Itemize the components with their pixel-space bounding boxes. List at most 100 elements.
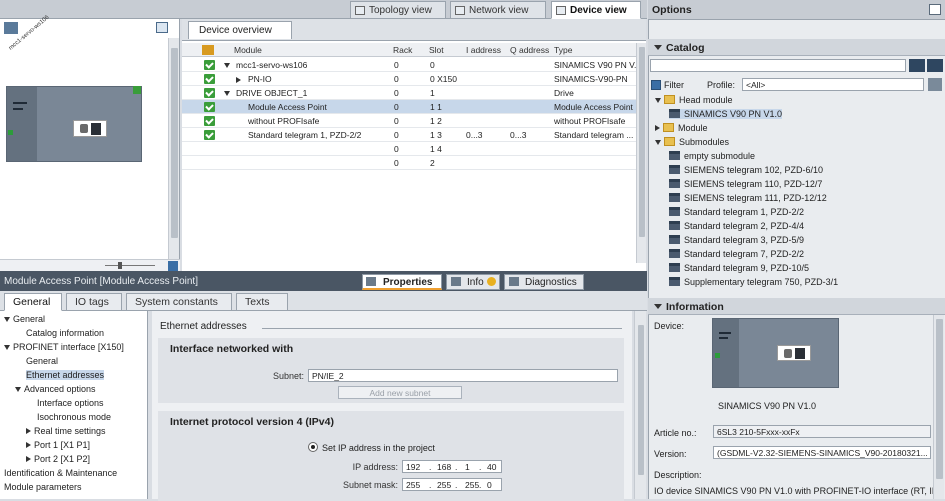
table-row[interactable]: 0 1 4 bbox=[182, 142, 644, 156]
device-selector-icon[interactable] bbox=[4, 22, 18, 34]
catalog-item[interactable]: Head module bbox=[655, 95, 733, 105]
catalog-search-input[interactable] bbox=[650, 59, 906, 72]
catalog-item[interactable]: Standard telegram 9, PZD-10/5 bbox=[669, 263, 809, 273]
nav-item[interactable]: General bbox=[26, 356, 58, 366]
catalog-item[interactable]: SIEMENS telegram 111, PZD-12/12 bbox=[669, 193, 827, 203]
tab-topology-view[interactable]: Topology view bbox=[350, 1, 446, 19]
profile-settings-icon[interactable] bbox=[928, 78, 942, 91]
search-down-icon[interactable] bbox=[909, 59, 925, 72]
collapse-icon[interactable] bbox=[224, 91, 230, 96]
module-icon bbox=[669, 179, 680, 188]
catalog-item[interactable]: Standard telegram 1, PZD-2/2 bbox=[669, 207, 804, 217]
ip-octet: 40 bbox=[487, 462, 497, 472]
catalog-item[interactable]: SINAMICS V90 PN V1.0 bbox=[669, 109, 783, 119]
col-i-address[interactable]: I address bbox=[466, 45, 501, 55]
catalog-item[interactable]: Standard telegram 7, PZD-2/2 bbox=[669, 249, 804, 259]
expand-icon[interactable] bbox=[236, 77, 241, 83]
cell-type: Module Access Point bbox=[554, 102, 633, 112]
subnet-mask-input[interactable]: 255. 255. 255. 0 bbox=[402, 478, 502, 491]
nav-item[interactable]: Port 1 [X1 P1] bbox=[26, 440, 90, 450]
nav-item[interactable]: General bbox=[4, 314, 45, 324]
catalog-item[interactable]: SIEMENS telegram 102, PZD-6/10 bbox=[669, 165, 823, 175]
catalog-item[interactable]: Standard telegram 2, PZD-4/4 bbox=[669, 221, 804, 231]
collapse-icon[interactable] bbox=[4, 345, 10, 350]
device-rack[interactable] bbox=[6, 86, 142, 162]
add-new-subnet-button[interactable]: Add new subnet bbox=[338, 386, 462, 399]
catalog-item[interactable]: SIEMENS telegram 110, PZD-12/7 bbox=[669, 179, 822, 189]
profile-select[interactable]: <All> bbox=[742, 78, 924, 91]
catalog-item-label: SINAMICS V90 PN V1.0 bbox=[684, 109, 783, 119]
catalog-item-label: Standard telegram 2, PZD-4/4 bbox=[684, 221, 805, 231]
col-rack[interactable]: Rack bbox=[393, 45, 412, 55]
expand-icon[interactable] bbox=[26, 428, 31, 434]
expand-icon[interactable] bbox=[26, 442, 31, 448]
table-row[interactable]: 02 bbox=[182, 156, 644, 170]
drive-shape bbox=[91, 123, 101, 135]
version-value: (GSDML-V2.32-SIEMENS-SINAMICS_V90-201803… bbox=[717, 448, 928, 458]
nav-item[interactable]: Port 2 [X1 P2] bbox=[26, 454, 90, 464]
nav-item[interactable]: Interface options bbox=[37, 398, 104, 408]
table-row[interactable]: mcc1-servo-ws106 0 0 SINAMICS V90 PN V... bbox=[182, 58, 644, 72]
information-scrollbar[interactable] bbox=[933, 315, 944, 499]
catalog-item[interactable]: Standard telegram 3, PZD-5/9 bbox=[669, 235, 804, 245]
tab-label: Properties bbox=[383, 277, 433, 288]
tab-device-view[interactable]: Device view bbox=[551, 1, 641, 19]
tab-network-view[interactable]: Network view bbox=[450, 1, 546, 19]
nav-item[interactable]: Real time settings bbox=[26, 426, 106, 436]
tab-texts[interactable]: Texts bbox=[236, 293, 288, 311]
expand-icon[interactable] bbox=[655, 125, 660, 131]
expand-icon[interactable] bbox=[26, 456, 31, 462]
collapse-icon[interactable] bbox=[224, 63, 230, 68]
graphic-overview-icon[interactable] bbox=[156, 22, 168, 33]
col-slot[interactable]: Slot bbox=[429, 45, 444, 55]
ip-address-input[interactable]: 192. 168. 1. 40 bbox=[402, 460, 502, 473]
nav-item[interactable]: Module parameters bbox=[4, 482, 82, 492]
zoom-handle[interactable] bbox=[118, 262, 122, 269]
subnet-select[interactable]: PN/IE_2 bbox=[308, 369, 618, 382]
table-row[interactable]: Module Access Point 0 1 1 Module Access Poi… bbox=[182, 100, 644, 114]
nav-item[interactable]: Ethernet addresses bbox=[26, 370, 105, 380]
collapse-icon[interactable] bbox=[4, 317, 10, 322]
nav-item-label: Identification & Maintenance bbox=[4, 468, 118, 478]
table-row[interactable]: PN-IO 0 0 X150 SINAMICS-V90-PN bbox=[182, 72, 644, 86]
tab-device-overview[interactable]: Device overview bbox=[188, 21, 292, 39]
table-row[interactable]: Standard telegram 1, PZD-2/2 0 1 3 0...3 0..… bbox=[182, 128, 644, 142]
catalog-item[interactable]: empty submodule bbox=[669, 151, 755, 161]
zoom-fit-icon[interactable] bbox=[168, 261, 178, 271]
content-scrollbar[interactable] bbox=[634, 311, 646, 499]
vertical-scrollbar[interactable] bbox=[168, 38, 179, 260]
catalog-header[interactable]: Catalog bbox=[648, 39, 945, 56]
tab-system-constants[interactable]: System constants bbox=[126, 293, 232, 311]
zoom-slider[interactable] bbox=[105, 265, 155, 266]
nav-item[interactable]: PROFINET interface [X150] bbox=[4, 342, 124, 352]
tab-label: Topology view bbox=[369, 5, 432, 16]
options-layout-icon[interactable] bbox=[929, 4, 941, 15]
catalog-item[interactable]: Supplementary telegram 750, PZD-3/1 bbox=[669, 277, 838, 287]
catalog-item[interactable]: Submodules bbox=[655, 137, 729, 147]
nav-item[interactable]: Advanced options bbox=[15, 384, 96, 394]
filter-icon[interactable] bbox=[202, 45, 214, 55]
table-row[interactable]: without PROFIsafe 0 1 2 without PROFIsafe bbox=[182, 114, 644, 128]
col-type[interactable]: Type bbox=[554, 45, 572, 55]
collapse-icon[interactable] bbox=[655, 140, 661, 145]
status-ok-icon bbox=[133, 86, 141, 94]
nav-item[interactable]: Identification & Maintenance bbox=[4, 468, 117, 478]
table-scrollbar[interactable] bbox=[636, 43, 646, 263]
catalog-item[interactable]: Module bbox=[655, 123, 708, 133]
filter-checkbox[interactable] bbox=[651, 80, 661, 90]
information-header[interactable]: Information bbox=[648, 298, 945, 315]
search-up-icon[interactable] bbox=[927, 59, 943, 72]
col-q-address[interactable]: Q address bbox=[510, 45, 549, 55]
col-module[interactable]: Module bbox=[234, 45, 262, 55]
tab-io-tags[interactable]: IO tags bbox=[66, 293, 122, 311]
table-row[interactable]: DRIVE OBJECT_1 0 1 Drive bbox=[182, 86, 644, 100]
nav-item-label: Port 2 [X1 P2] bbox=[34, 454, 91, 464]
collapse-icon[interactable] bbox=[15, 387, 21, 392]
status-ok-icon bbox=[204, 60, 215, 70]
tab-general[interactable]: General bbox=[4, 293, 62, 311]
nav-item[interactable]: Catalog information bbox=[26, 328, 104, 338]
set-ip-radio[interactable] bbox=[308, 442, 318, 452]
collapse-icon[interactable] bbox=[655, 98, 661, 103]
version-select[interactable]: (GSDML-V2.32-SIEMENS-SINAMICS_V90-201803… bbox=[713, 446, 931, 459]
nav-item[interactable]: Isochronous mode bbox=[37, 412, 111, 422]
